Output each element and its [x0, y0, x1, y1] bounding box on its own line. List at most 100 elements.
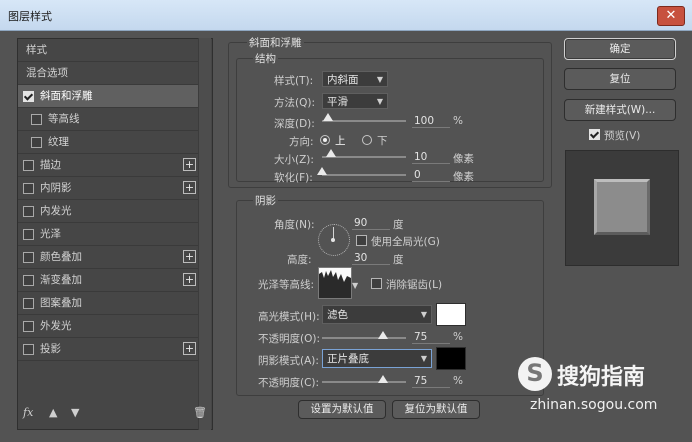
highlight-opacity-slider-thumb[interactable] [378, 331, 388, 339]
sidebar-toolbar: fx ▲ ▼ 🗑 [17, 403, 211, 427]
chevron-down-icon: ▼ [420, 354, 427, 363]
sidebar-item-gradient-overlay[interactable]: 渐变叠加 + [18, 269, 198, 291]
sidebar-scrollbar[interactable] [198, 38, 211, 430]
highlight-opacity-slider-track[interactable] [322, 337, 406, 339]
angle-dial[interactable] [318, 224, 350, 256]
bevel-emboss-title: 斜面和浮雕 [247, 35, 304, 50]
shadow-opacity-slider-thumb[interactable] [378, 375, 388, 383]
title-bar: 图层样式 ✕ [0, 0, 692, 31]
sidebar-item-texture[interactable]: 纹理 [18, 131, 198, 153]
move-up-icon[interactable]: ▲ [49, 406, 57, 419]
pattern-overlay-checkbox[interactable] [23, 298, 34, 309]
style-preview [565, 150, 679, 266]
technique-dropdown[interactable]: 平滑 ▼ [322, 93, 388, 109]
contour-checkbox[interactable] [31, 114, 42, 125]
move-down-icon[interactable]: ▼ [71, 406, 79, 419]
highlight-mode-label: 高光模式(H): [258, 311, 320, 323]
inner-shadow-add-icon[interactable]: + [183, 181, 196, 194]
preview-checkbox[interactable] [589, 129, 600, 140]
style-label: 样式(T): [274, 75, 314, 87]
soften-unit: 像素 [453, 171, 474, 183]
sidebar-item-color-overlay[interactable]: 颜色叠加 + [18, 246, 198, 268]
shadow-mode-dropdown[interactable]: 正片叠底 ▼ [322, 349, 432, 368]
highlight-opacity-label: 不透明度(O): [258, 333, 320, 345]
antialias-checkbox[interactable] [371, 278, 382, 289]
close-button[interactable]: ✕ [657, 6, 685, 26]
fx-icon[interactable]: fx [23, 406, 33, 419]
sidebar-item-contour[interactable]: 等高线 [18, 108, 198, 130]
direction-up-label[interactable]: 上 [335, 133, 346, 148]
depth-label: 深度(D): [274, 118, 315, 130]
sidebar-blend-options[interactable]: 混合选项 [18, 62, 198, 84]
preview-swatch [594, 179, 650, 235]
size-slider-thumb[interactable] [326, 149, 336, 157]
ok-button[interactable]: 确定 [564, 38, 676, 60]
soften-label: 软化(F): [274, 172, 313, 184]
reset-button[interactable]: 复位 [564, 68, 676, 90]
angle-input[interactable]: 90 [352, 217, 390, 230]
gloss-contour-picker[interactable] [318, 267, 352, 299]
shadow-opacity-unit: % [453, 375, 463, 387]
gradient-overlay-add-icon[interactable]: + [183, 273, 196, 286]
trash-icon[interactable]: 🗑 [193, 406, 207, 419]
shadow-opacity-slider-track[interactable] [322, 381, 406, 383]
depth-input[interactable]: 100 [412, 115, 450, 128]
new-style-button[interactable]: 新建样式(W)... [564, 99, 676, 121]
shadow-opacity-input[interactable]: 75 [412, 375, 450, 388]
stroke-add-icon[interactable]: + [183, 158, 196, 171]
highlight-color-swatch[interactable] [436, 303, 466, 326]
gradient-overlay-checkbox[interactable] [23, 275, 34, 286]
sidebar-styles-header[interactable]: 样式 [18, 39, 198, 61]
sidebar-item-inner-shadow[interactable]: 内阴影 + [18, 177, 198, 199]
soften-slider-track[interactable] [322, 174, 406, 176]
inner-shadow-checkbox[interactable] [23, 183, 34, 194]
size-input[interactable]: 10 [412, 151, 450, 164]
antialias-label[interactable]: 消除锯齿(L) [386, 277, 442, 292]
sidebar-item-drop-shadow[interactable]: 投影 + [18, 338, 198, 360]
direction-up-radio[interactable] [320, 135, 330, 145]
global-light-checkbox[interactable] [356, 235, 367, 246]
highlight-opacity-input[interactable]: 75 [412, 331, 450, 344]
sogou-logo-icon: S [518, 357, 552, 391]
direction-down-label[interactable]: 下 [377, 133, 388, 148]
style-dropdown[interactable]: 内斜面 ▼ [322, 71, 388, 87]
soften-slider-thumb[interactable] [317, 167, 327, 175]
shadow-opacity-label: 不透明度(C): [258, 377, 320, 389]
drop-shadow-checkbox[interactable] [23, 344, 34, 355]
technique-label: 方法(Q): [274, 97, 315, 109]
stroke-checkbox[interactable] [23, 160, 34, 171]
preview-label[interactable]: 预览(V) [604, 128, 640, 143]
satin-checkbox[interactable] [23, 229, 34, 240]
set-default-button[interactable]: 设置为默认值 [298, 400, 386, 419]
inner-glow-checkbox[interactable] [23, 206, 34, 217]
reset-default-button[interactable]: 复位为默认值 [392, 400, 480, 419]
color-overlay-checkbox[interactable] [23, 252, 34, 263]
depth-slider-thumb[interactable] [323, 113, 333, 121]
shadow-color-swatch[interactable] [436, 347, 466, 370]
altitude-label: 高度: [287, 254, 312, 266]
sidebar-item-outer-glow[interactable]: 外发光 [18, 315, 198, 337]
altitude-input[interactable]: 30 [352, 252, 390, 265]
depth-slider-track[interactable] [322, 120, 406, 122]
outer-glow-checkbox[interactable] [23, 321, 34, 332]
sidebar-item-pattern-overlay[interactable]: 图案叠加 [18, 292, 198, 314]
drop-shadow-add-icon[interactable]: + [183, 342, 196, 355]
direction-down-radio[interactable] [362, 135, 372, 145]
gloss-contour-chevron-icon[interactable]: ▼ [352, 281, 358, 290]
direction-label: 方向: [289, 136, 314, 148]
texture-checkbox[interactable] [31, 137, 42, 148]
global-light-label[interactable]: 使用全局光(G) [371, 234, 440, 249]
bevel-emboss-checkbox[interactable] [23, 91, 34, 102]
angle-label: 角度(N): [274, 219, 315, 231]
color-overlay-add-icon[interactable]: + [183, 250, 196, 263]
sidebar-item-inner-glow[interactable]: 内发光 [18, 200, 198, 222]
sidebar-item-bevel-emboss[interactable]: 斜面和浮雕 [18, 85, 198, 107]
soften-input[interactable]: 0 [412, 169, 450, 182]
sidebar-item-stroke[interactable]: 描边 + [18, 154, 198, 176]
depth-unit: % [453, 115, 463, 127]
highlight-color-fill [437, 304, 465, 325]
gloss-contour-label: 光泽等高线: [258, 279, 315, 291]
chevron-down-icon: ▼ [376, 75, 383, 84]
highlight-mode-dropdown[interactable]: 滤色 ▼ [322, 305, 432, 324]
sidebar-item-satin[interactable]: 光泽 [18, 223, 198, 245]
